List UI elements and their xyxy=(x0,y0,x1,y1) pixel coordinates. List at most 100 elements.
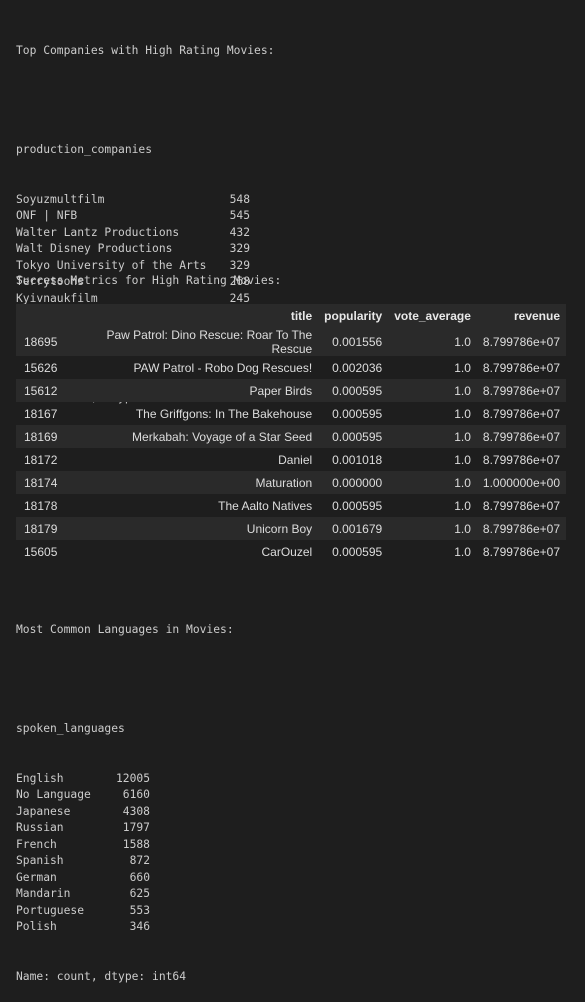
table-row: 18169 Merkabah: Voyage of a Star Seed 0.00… xyxy=(16,425,566,448)
languages-list: English 12005 No Language 6160 Japanese 4308 R… xyxy=(16,771,234,936)
revenue-cell: 8.799786e+07 xyxy=(482,521,560,536)
title-cell: Unicorn Boy xyxy=(246,521,313,536)
company-name: Walt Disney Productions xyxy=(16,242,173,255)
revenue-cell: 8.799786e+07 xyxy=(482,429,560,444)
vote-average-cell: 1.0 xyxy=(454,383,471,398)
title-cell: The Griffgons: In The Bakehouse xyxy=(135,406,313,421)
vote-average-cell: 1.0 xyxy=(454,544,471,559)
revenue-cell: 8.799786e+07 xyxy=(482,335,560,349)
vote-average-cell: 1.0 xyxy=(454,475,471,490)
table-row: 18695 Paw Patrol: Dino Rescue: Roar To Th… xyxy=(16,328,566,356)
language-count: 1797 xyxy=(122,821,150,834)
company-count: 329 xyxy=(229,258,250,272)
language-count: 12005 xyxy=(115,771,150,785)
language-name: French xyxy=(16,837,57,851)
vote-average-cell: 1.0 xyxy=(454,406,471,421)
language-row: Mandarin 625 xyxy=(16,886,234,903)
language-row: Portuguese 553 xyxy=(16,903,234,920)
column-header: title xyxy=(290,309,313,323)
column-header xyxy=(16,304,63,328)
company-count: 545 xyxy=(229,209,250,222)
column-header: popularity xyxy=(324,309,383,323)
row-index: 18178 xyxy=(24,498,58,513)
vote-average-cell: 1.0 xyxy=(454,335,471,349)
language-name: Russian xyxy=(16,821,64,834)
language-row: German 660 xyxy=(16,870,234,887)
companies-index-name: production_companies xyxy=(16,143,153,156)
table-header-row: title popularity vote_average revenue xyxy=(16,304,566,328)
language-name: English xyxy=(16,771,64,785)
row-index: 15626 xyxy=(24,360,58,375)
company-row: Soyuzmultfilm 548 xyxy=(16,192,274,209)
language-count: 625 xyxy=(129,887,150,900)
table-row: 18172 Daniel 0.001018 1.0 8.799786e+07 xyxy=(16,448,566,471)
title-cell: The Aalto Natives xyxy=(218,498,313,513)
company-name: Walter Lantz Productions xyxy=(16,225,180,239)
popularity-cell: 0.000000 xyxy=(332,475,383,490)
popularity-cell: 0.000595 xyxy=(332,406,383,421)
row-index: 18174 xyxy=(24,475,58,490)
title-cell: Paper Birds xyxy=(249,383,313,398)
row-index: 18179 xyxy=(24,521,58,536)
row-index: 18172 xyxy=(24,452,58,467)
revenue-cell: 8.799786e+07 xyxy=(482,383,560,398)
table-row: 15612 Paper Birds 0.000595 1.0 8.799786e+07 xyxy=(16,379,566,402)
revenue-cell: 8.799786e+07 xyxy=(482,360,560,375)
language-row: Spanish 872 xyxy=(16,853,234,870)
company-row: Walt Disney Productions 329 xyxy=(16,241,274,258)
row-index: 18695 xyxy=(24,335,58,349)
title-cell: CarOuzel xyxy=(261,544,313,559)
popularity-cell: 0.001018 xyxy=(332,452,383,467)
language-row: Russian 1797 xyxy=(16,820,234,837)
language-count: 4308 xyxy=(122,804,150,818)
languages-index-name: spoken_languages xyxy=(16,722,125,735)
title-cell: Daniel xyxy=(278,452,313,467)
language-row: Polish 346 xyxy=(16,919,234,936)
popularity-cell: 0.002036 xyxy=(332,360,383,375)
popularity-cell: 0.000595 xyxy=(332,429,383,444)
table-row: 15605 CarOuzel 0.000595 1.0 8.799786e+07 xyxy=(16,540,566,563)
title-cell: Merkabah: Voyage of a Star Seed xyxy=(132,429,313,444)
column-header: vote_average xyxy=(394,309,471,323)
popularity-cell: 0.000595 xyxy=(332,544,383,559)
revenue-cell: 8.799786e+07 xyxy=(482,498,560,513)
title-cell: PAW Patrol - Robo Dog Rescues! xyxy=(133,360,313,375)
language-row: Japanese 4308 xyxy=(16,804,234,821)
company-count: 329 xyxy=(229,242,250,255)
company-row: ONF | NFB 545 xyxy=(16,208,274,225)
language-row: English 12005 xyxy=(16,771,234,788)
row-index: 15605 xyxy=(24,544,58,559)
company-name: ONF | NFB xyxy=(16,209,78,222)
vote-average-cell: 1.0 xyxy=(454,429,471,444)
vote-average-cell: 1.0 xyxy=(454,521,471,536)
companies-heading: Top Companies with High Rating Movies: xyxy=(16,44,275,57)
table-row: 18167 The Griffgons: In The Bakehouse 0.00… xyxy=(16,402,566,425)
revenue-cell: 1.000000e+00 xyxy=(482,475,560,490)
language-count: 1588 xyxy=(122,837,150,851)
company-name: Tokyo University of the Arts xyxy=(16,258,207,272)
company-row: Tokyo University of the Arts 329 xyxy=(16,258,274,275)
languages-heading: Most Common Languages in Movies: xyxy=(16,623,234,636)
table-row: 18174 Maturation 0.000000 1.0 1.000000e+00 xyxy=(16,471,566,494)
language-count: 660 xyxy=(129,870,150,884)
revenue-cell: 8.799786e+07 xyxy=(482,544,560,559)
metrics-table: title popularity vote_average revenue 18695… xyxy=(16,304,566,563)
popularity-cell: 0.000595 xyxy=(332,383,383,398)
row-index: 18169 xyxy=(24,429,58,444)
column-header: revenue xyxy=(513,309,560,323)
title-cell: Paw Patrol: Dino Rescue: Roar To The Res… xyxy=(106,328,313,356)
language-row: No Language 6160 xyxy=(16,787,234,804)
language-row: French 1588 xyxy=(16,837,234,854)
revenue-cell: 8.799786e+07 xyxy=(482,406,560,421)
language-count: 553 xyxy=(129,903,150,917)
title-cell: Maturation xyxy=(255,475,313,490)
table-row: 18178 The Aalto Natives 0.000595 1.0 8.79978… xyxy=(16,494,566,517)
company-name: Soyuzmultfilm xyxy=(16,192,105,206)
table-row: 18179 Unicorn Boy 0.001679 1.0 8.799786e+07 xyxy=(16,517,566,540)
language-name: Spanish xyxy=(16,854,64,867)
language-name: German xyxy=(16,870,57,884)
popularity-cell: 0.001679 xyxy=(332,521,383,536)
language-count: 346 xyxy=(129,920,150,933)
vote-average-cell: 1.0 xyxy=(454,452,471,467)
metrics-heading: Success Metrics for High Rating Movies: xyxy=(16,274,282,287)
